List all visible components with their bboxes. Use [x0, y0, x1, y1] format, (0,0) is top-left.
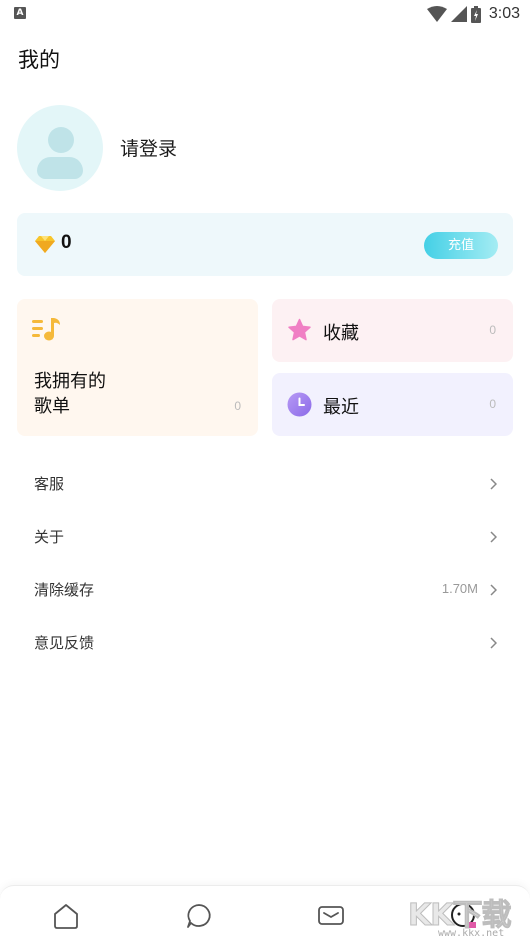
status-indicators: 3:03 [426, 4, 520, 24]
clock-icon [287, 392, 312, 417]
chevron-right-icon [490, 531, 497, 543]
message-icon [318, 906, 344, 925]
status-time: 3:03 [488, 5, 520, 22]
favorites-card[interactable]: 收藏 0 [272, 299, 513, 362]
nav-chat[interactable] [185, 902, 215, 932]
diamond-icon [35, 236, 55, 253]
menu-item-label: 清除缓存 [34, 581, 95, 599]
home-icon [54, 904, 78, 929]
chevron-right-icon [490, 478, 497, 490]
star-icon [288, 318, 311, 341]
balance-card: 0 充值 [17, 213, 513, 276]
signal-icon [450, 6, 467, 22]
recent-label: 最近 [323, 397, 359, 418]
my-playlists-card[interactable]: 我拥有的 歌单 0 [17, 299, 258, 436]
nav-messages[interactable] [317, 902, 347, 932]
music-note-icon [32, 318, 60, 341]
battery-icon [470, 5, 481, 23]
nav-home[interactable] [52, 902, 82, 932]
favorites-label: 收藏 [323, 323, 359, 344]
recharge-button[interactable]: 充值 [424, 232, 498, 259]
chat-icon [187, 904, 211, 928]
playlist-count: 0 [234, 399, 241, 413]
page-title: 我的 [18, 48, 60, 72]
menu-item-customer-service[interactable]: 客服 [17, 458, 513, 510]
menu-item-feedback[interactable]: 意见反馈 [17, 617, 513, 669]
menu-item-label: 意见反馈 [34, 634, 95, 652]
favorites-count: 0 [489, 323, 496, 337]
playlist-card-title: 我拥有的 歌单 [34, 371, 106, 417]
login-link[interactable]: 请登录 [120, 134, 177, 161]
watermark-url: www.kkx.net [438, 928, 505, 939]
cache-size-value: 1.70M [441, 581, 478, 596]
menu-item-about[interactable]: 关于 [17, 511, 513, 563]
chevron-right-icon [490, 584, 497, 596]
avatar-placeholder-icon[interactable] [17, 105, 103, 191]
wifi-icon [426, 6, 447, 22]
balance-value: 0 [61, 232, 72, 253]
chevron-right-icon [490, 637, 497, 649]
watermark: KK下载 www.kkx.net [408, 888, 528, 942]
recent-card[interactable]: 最近 0 [272, 373, 513, 436]
menu-item-label: 客服 [34, 475, 65, 493]
recent-count: 0 [489, 397, 496, 411]
notification-app-icon: A [14, 7, 26, 19]
menu-item-clear-cache[interactable]: 清除缓存 1.70M [17, 564, 513, 616]
status-bar: A 3:03 [0, 0, 530, 28]
menu-item-label: 关于 [34, 528, 65, 546]
